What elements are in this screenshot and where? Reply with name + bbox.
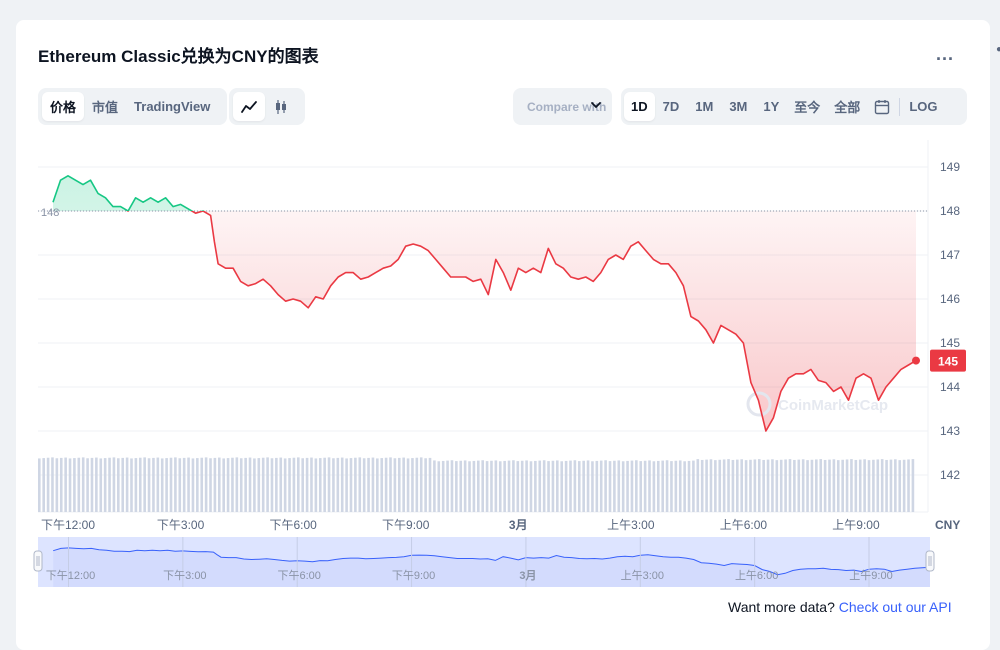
range-7d[interactable]: 7D	[655, 92, 688, 121]
log-scale-toggle[interactable]: LOG	[902, 92, 944, 121]
view-tab-group: 价格 市值 TradingView	[38, 88, 227, 125]
line-chart-icon[interactable]	[233, 92, 265, 121]
divider	[899, 97, 901, 116]
range-1y[interactable]: 1Y	[755, 92, 787, 121]
range-all[interactable]: 全部	[827, 92, 867, 121]
range-1d[interactable]: 1D	[624, 92, 655, 121]
api-prompt: Want more data?	[728, 599, 835, 615]
api-promo: Want more data? Check out our API	[728, 599, 952, 615]
range-3m[interactable]: 3M	[721, 92, 755, 121]
range-1m[interactable]: 1M	[687, 92, 721, 121]
range-tab-group: 1D 7D 1M 3M 1Y 至今 全部 LOG	[621, 88, 967, 125]
edge-dot: ●	[996, 44, 1000, 55]
api-link[interactable]: Check out our API	[839, 599, 952, 615]
calendar-icon[interactable]	[867, 92, 897, 121]
range-ytd[interactable]: 至今	[787, 92, 827, 121]
compare-select[interactable]: Compare with	[513, 88, 612, 125]
tab-market-cap[interactable]: 市值	[84, 92, 126, 121]
navigator-left-handle[interactable]	[33, 550, 43, 572]
tab-tradingview[interactable]: TradingView	[126, 92, 218, 121]
more-menu-button[interactable]: ...	[936, 44, 954, 65]
chevron-down-icon	[590, 97, 602, 116]
navigator-right-handle[interactable]	[925, 550, 935, 572]
chart-type-group	[229, 88, 305, 125]
candlestick-icon[interactable]	[265, 92, 297, 121]
page-title: Ethereum Classic兑换为CNY的图表	[38, 47, 319, 66]
tab-price[interactable]: 价格	[42, 92, 85, 121]
top-strip	[0, 0, 1000, 20]
